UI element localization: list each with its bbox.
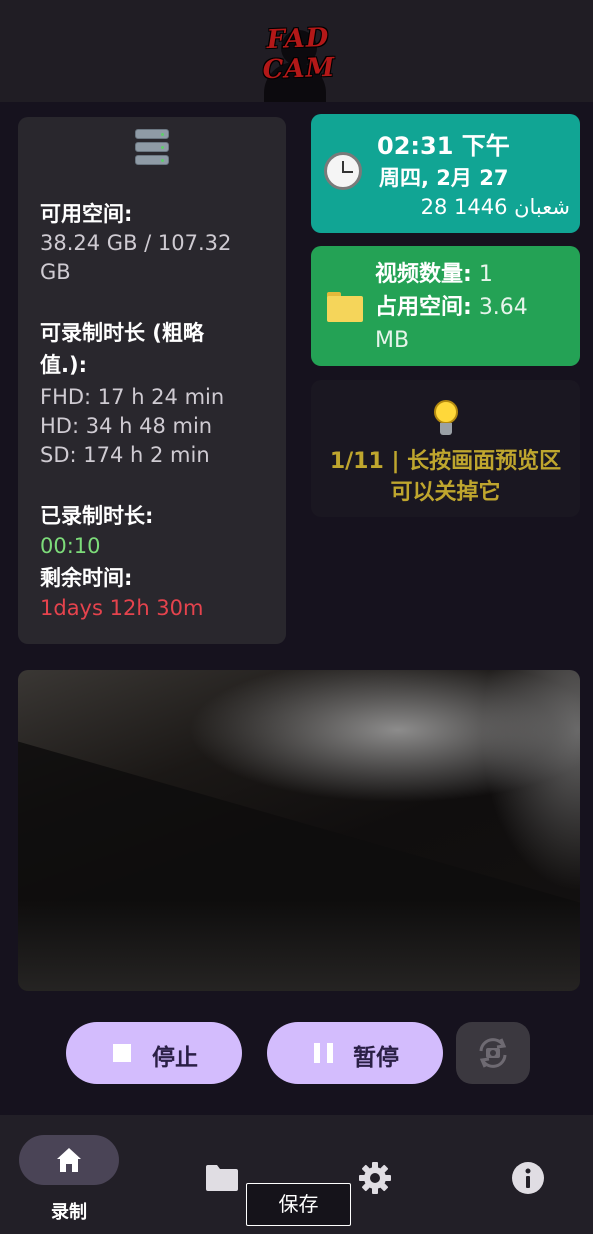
- stop-label: 停止: [152, 1045, 198, 1071]
- recorded-duration-label: 已录制时长:: [40, 504, 154, 528]
- camera-switch-icon: [479, 1038, 507, 1068]
- record-time-label: 可录制时长 (粗略: [40, 321, 204, 345]
- info-icon: [512, 1162, 544, 1194]
- record-time-label-cont: 值.):: [40, 353, 87, 377]
- tip-line-1: 1/11 | 长按画面预览区: [329, 449, 562, 474]
- video-count-row: 视频数量: 1: [375, 259, 575, 290]
- folder-icon: [327, 292, 363, 322]
- database-icon: [135, 129, 169, 167]
- video-space-unit: MB: [375, 328, 410, 353]
- recorded-duration-value: 00:10: [40, 534, 101, 558]
- video-space-value: 3.64: [478, 295, 528, 320]
- folder-icon: [206, 1165, 238, 1191]
- stop-icon: [113, 1044, 131, 1062]
- logo-text: FAD CAM: [262, 22, 336, 86]
- nav-item-settings[interactable]: [344, 1115, 464, 1234]
- pause-icon: [314, 1043, 334, 1063]
- available-space-value: 38.24 GB / 107.32: [40, 231, 232, 255]
- clock-time: 02:31 下午: [377, 132, 510, 160]
- pause-button[interactable]: 暂停: [267, 1022, 443, 1084]
- stop-button[interactable]: 停止: [66, 1022, 242, 1084]
- gear-icon: [359, 1162, 391, 1194]
- pause-label: 暂停: [353, 1045, 399, 1071]
- available-space-value-unit: GB: [40, 260, 71, 284]
- nav-item-about[interactable]: [496, 1115, 593, 1234]
- video-space-row: 占用空间: 3.64: [375, 292, 575, 323]
- clock-hijri-date: 28 شعبان 1446: [420, 195, 570, 219]
- storage-info-card: 可用空间: 38.24 GB / 107.32 GB 可录制时长 (粗略 值.)…: [18, 117, 286, 644]
- switch-camera-button[interactable]: [456, 1022, 530, 1084]
- app-logo: FAD CAM: [226, 18, 371, 102]
- video-space-label: 占用空间:: [375, 295, 472, 320]
- videos-summary-card[interactable]: 视频数量: 1 占用空间: 3.64 MB: [311, 246, 580, 366]
- hd-time: HD: 34 h 48 min: [40, 414, 213, 438]
- tip-card[interactable]: 1/11 | 长按画面预览区 可以关掉它: [311, 380, 580, 517]
- fhd-time: FHD: 17 h 24 min: [40, 385, 225, 409]
- remaining-time-value: 1days 12h 30m: [40, 596, 204, 620]
- top-app-bar: FAD CAM: [0, 0, 593, 102]
- save-toast: 保存: [246, 1183, 351, 1226]
- tip-text: 1/11 | 长按画面预览区 可以关掉它: [311, 446, 580, 508]
- available-space-label: 可用空间:: [40, 202, 133, 226]
- video-count-value: 1: [478, 262, 493, 287]
- home-icon: [57, 1148, 81, 1172]
- sd-time: SD: 174 h 2 min: [40, 443, 210, 467]
- nav-active-indicator: [19, 1135, 119, 1185]
- clock-date: 周四, 2月 27: [379, 166, 509, 190]
- nav-label-record: 录制: [51, 1202, 87, 1223]
- tip-line-2: 可以关掉它: [390, 480, 501, 505]
- lightbulb-icon: [433, 400, 459, 438]
- camera-preview[interactable]: [18, 670, 580, 991]
- clock-card[interactable]: 02:31 下午 周四, 2月 27 28 شعبان 1446: [311, 114, 580, 233]
- remaining-time-label: 剩余时间:: [40, 566, 133, 590]
- nav-item-record[interactable]: 录制: [0, 1115, 120, 1234]
- alarm-clock-icon: [324, 152, 362, 190]
- video-count-label: 视频数量:: [375, 262, 472, 287]
